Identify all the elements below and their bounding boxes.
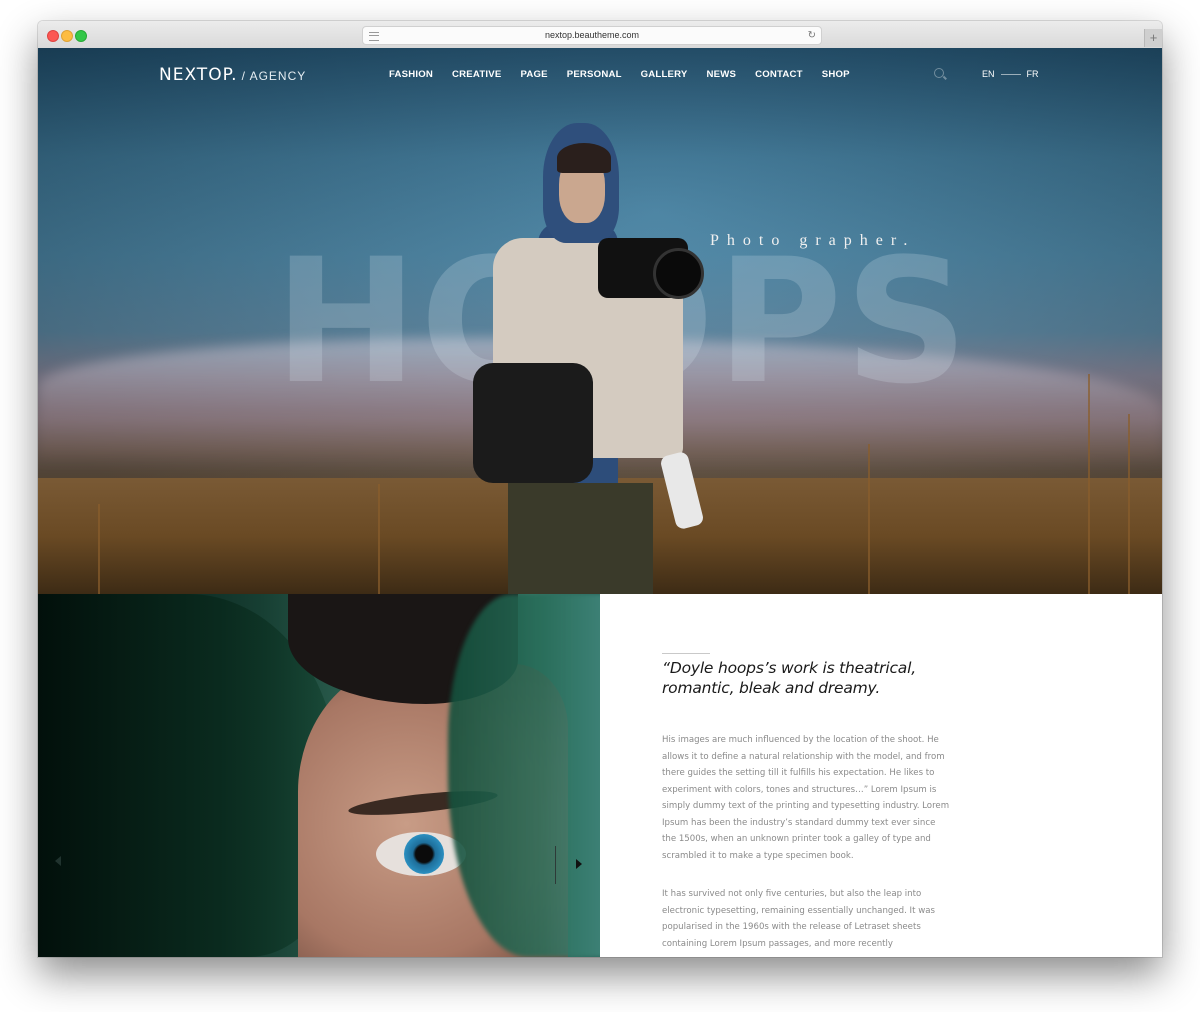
- slider-next-icon[interactable]: [576, 859, 582, 869]
- new-tab-button[interactable]: +: [1144, 29, 1162, 47]
- article-text: “Doyle hoops’s work is theatrical, roman…: [662, 594, 962, 957]
- portrait-slider: [38, 594, 600, 957]
- slider-divider: [555, 846, 556, 884]
- lang-fr[interactable]: FR: [1027, 69, 1039, 79]
- grass-stalk: [1128, 414, 1130, 594]
- minimize-window-button[interactable]: [61, 30, 73, 42]
- menu-item-fashion[interactable]: FASHION: [389, 69, 433, 80]
- article-paragraph: It has survived not only five centuries,…: [662, 889, 935, 949]
- menu-item-gallery[interactable]: GALLERY: [641, 69, 688, 80]
- menu-item-news[interactable]: NEWS: [707, 69, 737, 80]
- zoom-window-button[interactable]: [75, 30, 87, 42]
- site-header: NEXTOP. / AGENCY FASHION CREATIVE PAGE PE…: [38, 48, 1162, 100]
- grass-stalk: [98, 504, 100, 594]
- menu-item-shop[interactable]: SHOP: [822, 69, 850, 80]
- lang-separator: [1000, 73, 1021, 75]
- about-section: “Doyle hoops’s work is theatrical, roman…: [38, 594, 1162, 957]
- portrait-eye-image: [404, 834, 444, 874]
- quote-divider: [662, 653, 710, 654]
- url-text[interactable]: nextop.beautheme.com: [545, 30, 639, 40]
- logo-brand: NEXTOP.: [159, 65, 238, 85]
- lang-en[interactable]: EN: [982, 69, 995, 79]
- site-logo[interactable]: NEXTOP. / AGENCY: [159, 65, 306, 85]
- language-switcher: EN FR: [982, 69, 1039, 79]
- menu-item-personal[interactable]: PERSONAL: [567, 69, 622, 80]
- hero-section: HOOPS Photo grapher.: [38, 48, 1162, 594]
- hero-subtitle: Photo grapher.: [710, 232, 916, 249]
- article-paragraph: His images are much influenced by the lo…: [662, 735, 950, 861]
- slider-prev-icon[interactable]: [55, 856, 61, 866]
- reload-icon[interactable]: ↻: [808, 27, 816, 44]
- grass-stalk: [868, 444, 870, 594]
- address-bar[interactable]: nextop.beautheme.com ↻: [362, 26, 822, 45]
- logo-tag: / AGENCY: [241, 69, 307, 83]
- grass-stalk: [1088, 374, 1090, 594]
- reader-icon[interactable]: [369, 32, 379, 41]
- grass-stalk: [378, 484, 380, 594]
- menu-item-creative[interactable]: CREATIVE: [452, 69, 501, 80]
- search-icon[interactable]: [934, 68, 944, 78]
- hero-photographer-image: [453, 123, 733, 594]
- main-menu: FASHION CREATIVE PAGE PERSONAL GALLERY N…: [389, 69, 869, 80]
- menu-item-contact[interactable]: CONTACT: [755, 69, 803, 80]
- browser-titlebar: nextop.beautheme.com ↻ +: [38, 21, 1162, 49]
- pull-quote: “Doyle hoops’s work is theatrical, roman…: [662, 659, 916, 697]
- menu-item-page[interactable]: PAGE: [520, 69, 547, 80]
- browser-window: nextop.beautheme.com ↻ + HOOPS Photo gra…: [38, 21, 1162, 957]
- close-window-button[interactable]: [47, 30, 59, 42]
